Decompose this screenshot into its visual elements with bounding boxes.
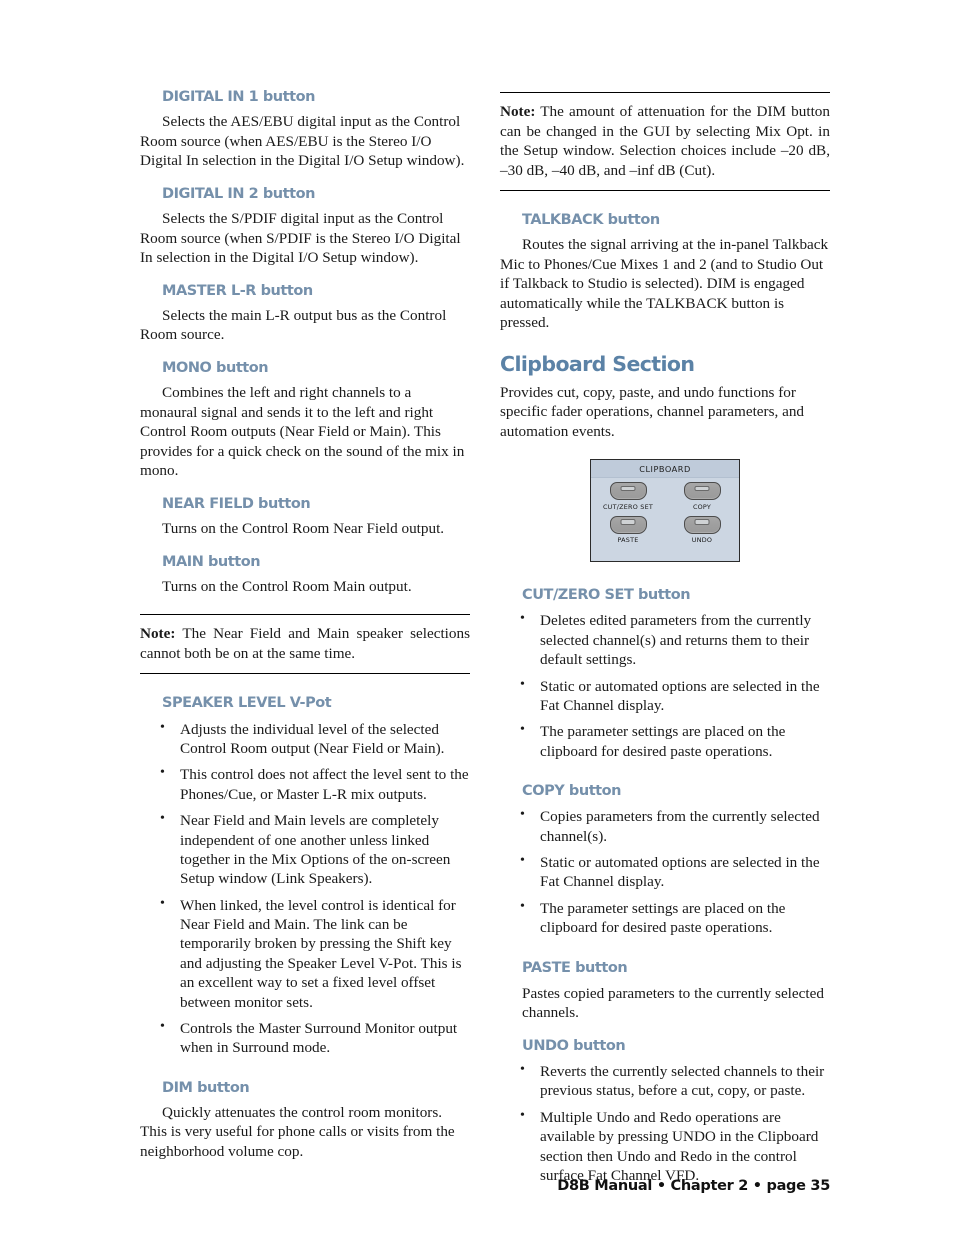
bullet-item: Static or automated options are selected… <box>518 852 830 899</box>
note-content: The amount of attenuation for the DIM bu… <box>500 103 830 179</box>
paste-label: PASTE <box>617 536 639 545</box>
subsection-heading: DIM button <box>162 1079 250 1096</box>
undo-button[interactable] <box>683 515 721 534</box>
copy-button[interactable] <box>683 482 721 501</box>
clipboard-panel: CLIPBOARD CUT/ZERO SET COPY PASTE UNDO <box>590 459 740 563</box>
clipboard-panel-title: CLIPBOARD <box>591 460 739 479</box>
subsection-heading: COPY button <box>522 783 622 800</box>
bullet-item: Deletes edited parameters from the curre… <box>518 610 830 676</box>
bullet-list: Copies parameters from the currently sel… <box>500 803 830 948</box>
paste-button[interactable] <box>609 515 647 534</box>
cut-zero-set-button[interactable] <box>609 482 647 501</box>
bullet-item: Adjusts the individual level of the sele… <box>158 719 470 766</box>
note-label: Note: <box>140 625 176 643</box>
body-paragraph: Selects the AES/EBU digital input as the… <box>140 113 465 170</box>
subsection-heading: MAIN button <box>162 553 261 570</box>
body-paragraph: Turns on the Control Room Main output. <box>162 577 412 595</box>
bullet-list: Deletes edited parameters from the curre… <box>500 607 830 772</box>
page-footer: D8B Manual • Chapter 2 • page 35 <box>557 1178 830 1194</box>
clipboard-cut-zero-set-cell[interactable]: CUT/ZERO SET <box>591 482 665 511</box>
subsection-heading: UNDO button <box>522 1037 626 1054</box>
body-paragraph: Selects the main L-R output bus as the C… <box>140 306 447 344</box>
left-column: DIGITAL IN 1 button Selects the AES/EBU d… <box>140 78 470 1166</box>
bullet-item: The parameter settings are placed on the… <box>518 721 830 768</box>
body-paragraph: Combines the left and right channels to … <box>140 384 465 480</box>
cut-zero-set-label: CUT/ZERO SET <box>602 502 654 511</box>
bullet-list: Adjusts the individual level of the sele… <box>140 716 470 1069</box>
bullet-list: Reverts the currently selected channels … <box>500 1058 830 1196</box>
clipboard-paste-cell[interactable]: PASTE <box>591 515 665 545</box>
subsection-heading: DIGITAL IN 2 button <box>162 185 316 202</box>
bullet-item: When linked, the level control is identi… <box>158 895 470 1019</box>
subsection-heading: TALKBACK button <box>522 212 660 229</box>
clipboard-button-grid: CUT/ZERO SET COPY PASTE UNDO <box>591 482 739 544</box>
undo-label: UNDO <box>691 536 713 545</box>
bullet-item: Static or automated options are selected… <box>518 676 830 723</box>
bullet-item: Controls the Master Surround Monitor out… <box>158 1018 470 1065</box>
bullet-item: Copies parameters from the currently sel… <box>518 806 830 853</box>
subsection-heading: SPEAKER LEVEL V-Pot <box>162 695 332 712</box>
note-block: Note: The Near Field and Main speaker se… <box>140 614 470 675</box>
bullet-item: Reverts the currently selected channels … <box>518 1061 830 1108</box>
body-paragraph: Quickly attenuates the control room moni… <box>140 1103 455 1160</box>
bullet-item: The parameter settings are placed on the… <box>518 898 830 945</box>
note-content: The Near Field and Main speaker selectio… <box>140 625 470 662</box>
body-paragraph-indented: Pastes copied parameters to the currentl… <box>522 984 824 1022</box>
note-block: Note: The amount of attenuation for the … <box>500 92 830 192</box>
subsection-heading: CUT/ZERO SET button <box>522 587 691 604</box>
intro-paragraph: Provides cut, copy, paste, and undo func… <box>500 383 805 440</box>
body-paragraph: Turns on the Control Room Near Field out… <box>162 520 445 538</box>
clipboard-undo-cell[interactable]: UNDO <box>665 515 739 545</box>
bullet-item: Near Field and Main levels are completel… <box>158 810 470 896</box>
clipboard-figure: CLIPBOARD CUT/ZERO SET COPY PASTE UNDO <box>500 445 830 576</box>
subsection-heading: PASTE button <box>522 959 628 976</box>
subsection-heading: DIGITAL IN 1 button <box>162 89 316 105</box>
bullet-item: This control does not affect the level s… <box>158 764 470 811</box>
note-text: Note: The Near Field and Main speaker se… <box>140 615 470 673</box>
note-rule-bottom <box>140 673 470 675</box>
body-paragraph: Selects the S/PDIF digital input as the … <box>140 210 461 267</box>
note-rule-bottom <box>500 190 830 192</box>
clipboard-copy-cell[interactable]: COPY <box>665 482 739 511</box>
body-paragraph: Routes the signal arriving at the in-pan… <box>500 236 829 332</box>
right-column: Note: The amount of attenuation for the … <box>500 78 830 1196</box>
manual-page: DIGITAL IN 1 button Selects the AES/EBU d… <box>0 0 954 1235</box>
subsection-heading: MASTER L-R button <box>162 282 313 299</box>
subsection-heading: NEAR FIELD button <box>162 495 311 512</box>
note-label: Note: <box>500 103 536 120</box>
copy-label: COPY <box>692 502 712 511</box>
note-text: Note: The amount of attenuation for the … <box>500 93 830 190</box>
subsection-heading: MONO button <box>162 359 269 376</box>
section-heading: Clipboard Section <box>500 352 695 377</box>
